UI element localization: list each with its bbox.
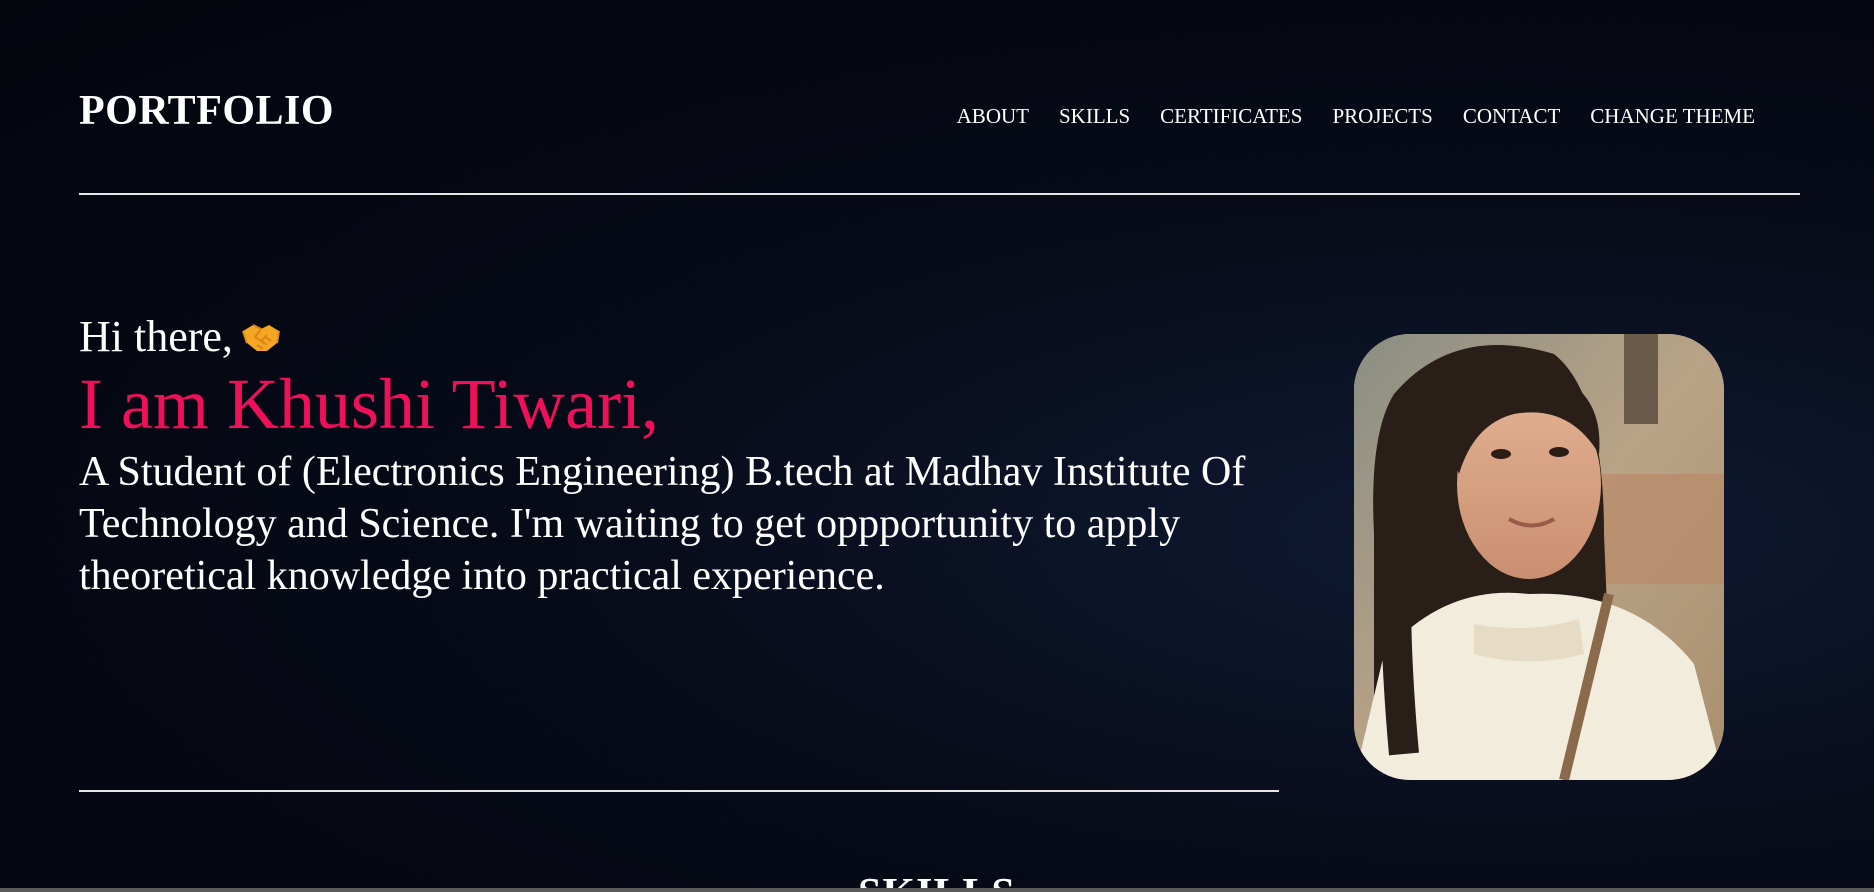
- profile-photo: [1354, 334, 1724, 780]
- hero-section: Hi there, I am Khushi Tiwari, A Student …: [79, 312, 1279, 602]
- brand-logo[interactable]: PORTFOLIO: [79, 87, 334, 135]
- page-bottom-edge: [0, 888, 1874, 892]
- nav-link-change-theme[interactable]: CHANGE THEME: [1590, 104, 1755, 129]
- handshake-icon: [239, 317, 283, 357]
- header-divider: [79, 193, 1800, 195]
- hero-divider: [79, 790, 1279, 792]
- greeting-line: Hi there,: [79, 312, 1279, 362]
- nav-link-contact[interactable]: CONTACT: [1463, 104, 1560, 129]
- nav-link-certificates[interactable]: CERTIFICATES: [1160, 104, 1302, 129]
- portfolio-page: PORTFOLIO ABOUT SKILLS CERTIFICATES PROJ…: [0, 0, 1874, 892]
- greeting-text: Hi there,: [79, 312, 233, 361]
- nav-menu: ABOUT SKILLS CERTIFICATES PROJECTS CONTA…: [957, 104, 1755, 129]
- top-navigation: PORTFOLIO ABOUT SKILLS CERTIFICATES PROJ…: [79, 84, 1800, 144]
- hero-bio: A Student of (Electronics Engineering) B…: [79, 449, 1246, 599]
- hero-name: I am Khushi Tiwari,: [79, 364, 660, 444]
- nav-link-skills[interactable]: SKILLS: [1059, 104, 1130, 129]
- nav-link-about[interactable]: ABOUT: [957, 104, 1029, 129]
- nav-link-projects[interactable]: PROJECTS: [1332, 104, 1432, 129]
